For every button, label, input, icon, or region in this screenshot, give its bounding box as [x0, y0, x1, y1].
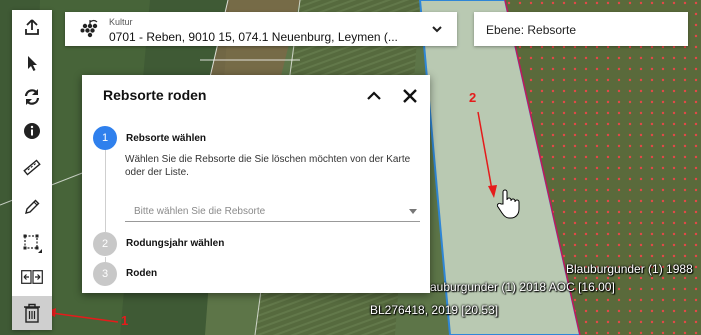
kultur-select[interactable]: Kultur 0701 - Reben, 9010 15, 074.1 Neue… — [65, 12, 457, 46]
info-button[interactable] — [12, 114, 52, 148]
edit-button[interactable] — [12, 190, 52, 224]
close-icon[interactable] — [399, 85, 421, 107]
step-3-circle: 3 — [93, 262, 117, 286]
pencil-icon — [25, 199, 40, 214]
refresh-button[interactable] — [12, 80, 52, 114]
annotation-2: 2 — [469, 90, 477, 105]
layer-label: Ebene: Rebsorte — [486, 23, 577, 37]
left-toolbar — [12, 10, 52, 330]
dialog-title: Rebsorte roden — [103, 87, 207, 103]
step-1-description: Wählen Sie die Rebsorte die Sie löschen … — [125, 154, 411, 178]
transform-icon — [23, 234, 42, 253]
caret-down-icon — [409, 209, 417, 214]
kultur-label: Kultur — [109, 17, 133, 27]
step-1-circle: 1 — [93, 126, 117, 150]
step-1-title: Rebsorte wählen — [126, 133, 207, 144]
step-connector — [105, 137, 106, 232]
kultur-value: 0701 - Reben, 9010 15, 074.1 Neuenburg, … — [109, 30, 398, 44]
delete-button[interactable] — [12, 296, 52, 330]
rebsorte-roden-dialog: Rebsorte roden 1 Rebsorte wählen Wählen … — [82, 75, 430, 293]
map-label: BL276418, 2019 [20.53] — [370, 303, 499, 317]
chevron-up-icon[interactable] — [363, 85, 385, 107]
transform-button[interactable] — [12, 226, 52, 260]
annotation-1: 1 — [121, 313, 129, 328]
chevron-down-icon — [432, 26, 442, 33]
cursor-icon — [28, 56, 37, 71]
move-button[interactable] — [12, 260, 52, 294]
select-placeholder: Bitte wählen Sie die Rebsorte — [134, 206, 266, 217]
trash-icon — [24, 303, 40, 323]
layer-indicator: Ebene: Rebsorte — [474, 12, 688, 46]
ruler-icon — [23, 159, 41, 176]
step-2-title: Rodungsjahr wählen — [126, 238, 225, 249]
step-2-circle: 2 — [93, 232, 117, 256]
map-label: Blauburgunder (1) 1988 — [566, 262, 693, 276]
move-arrows-icon — [21, 270, 43, 284]
upload-icon — [25, 19, 39, 35]
map-label: auburgunder (1) 2018 AOC [16.00] — [430, 280, 615, 294]
measure-button[interactable] — [12, 150, 52, 184]
upload-button[interactable] — [12, 10, 52, 44]
refresh-icon — [24, 89, 40, 105]
grape-icon — [80, 19, 98, 38]
info-icon — [24, 123, 40, 139]
pointer-button[interactable] — [12, 46, 52, 80]
rebsorte-select[interactable]: Bitte wählen Sie die Rebsorte — [125, 201, 420, 222]
step-3-title: Roden — [126, 268, 158, 279]
